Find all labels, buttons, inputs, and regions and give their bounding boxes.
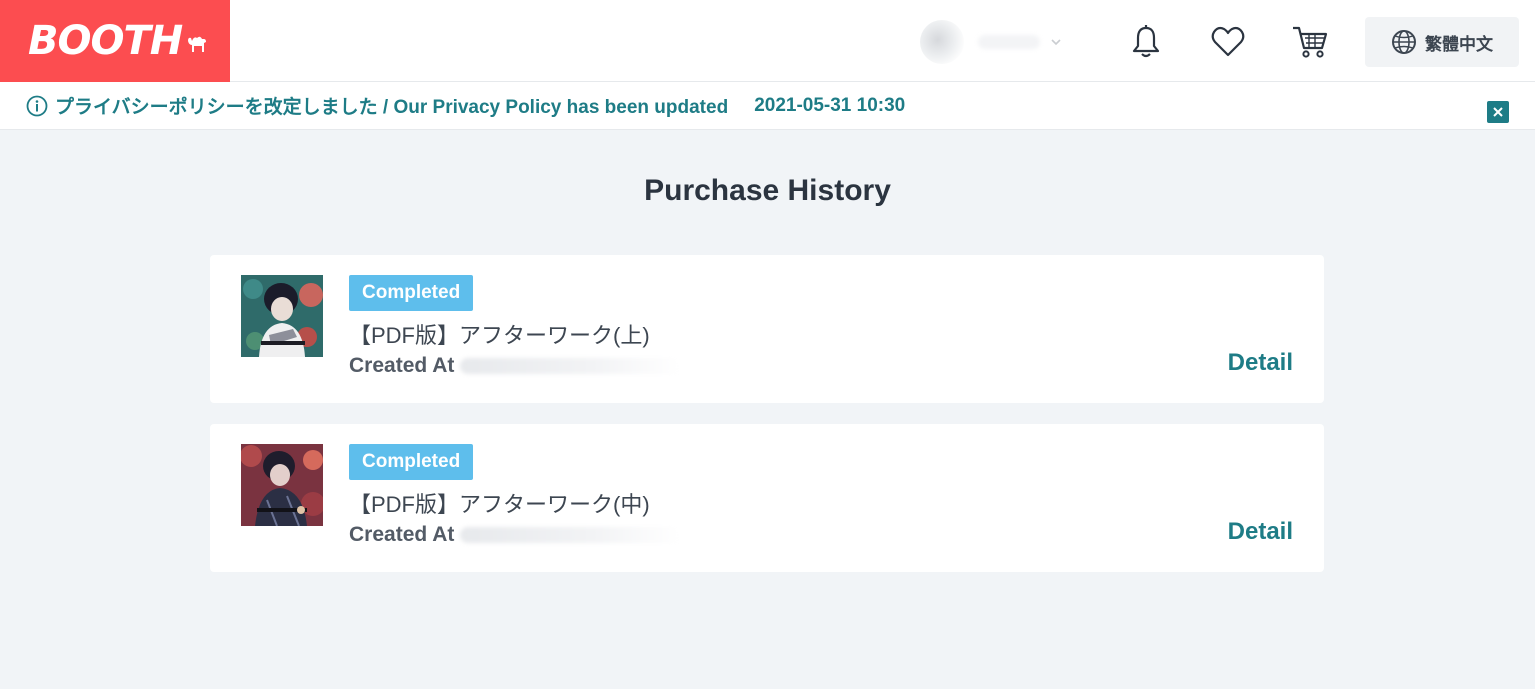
- logo-text: BOOTH: [28, 18, 183, 64]
- notifications-button[interactable]: [1124, 20, 1168, 64]
- status-badge: Completed: [349, 275, 474, 311]
- product-thumbnail[interactable]: [241, 444, 323, 526]
- order-card: Completed 【PDF版】アフターワーク(中) Created At De…: [210, 424, 1324, 572]
- notice-link[interactable]: プライバシーポリシーを改定しました / Our Privacy Policy h…: [55, 92, 728, 119]
- created-at: Created At: [349, 354, 681, 378]
- notice-date: 2021-05-31 10:30: [754, 94, 906, 116]
- product-thumbnail[interactable]: [241, 275, 323, 357]
- language-selector[interactable]: 繁體中文: [1365, 17, 1519, 67]
- heart-icon: [1211, 26, 1245, 57]
- page-title: Purchase History: [644, 174, 891, 207]
- avatar: [920, 20, 964, 64]
- bell-icon: [1132, 25, 1160, 58]
- info-icon: [26, 95, 48, 117]
- language-label: 繁體中文: [1425, 34, 1493, 54]
- chevron-down-icon: [1051, 39, 1061, 46]
- globe-icon: [1392, 30, 1416, 54]
- close-icon: [1493, 107, 1503, 117]
- created-at: Created At: [349, 523, 681, 547]
- user-menu[interactable]: [920, 19, 1070, 65]
- created-at-value-redacted: [460, 358, 681, 374]
- item-title[interactable]: 【PDF版】アフターワーク(中): [349, 487, 650, 519]
- created-at-label: Created At: [349, 354, 455, 377]
- created-at-value-redacted: [460, 527, 681, 543]
- site-header: BOOTH 繁體中文: [0, 0, 1535, 82]
- privacy-notice-bar: プライバシーポリシーを改定しました / Our Privacy Policy h…: [0, 82, 1535, 130]
- camel-icon: [186, 33, 208, 58]
- status-badge: Completed: [349, 444, 474, 480]
- user-name-redacted: [978, 35, 1040, 49]
- booth-logo[interactable]: BOOTH: [0, 0, 230, 82]
- detail-link[interactable]: Detail: [1228, 518, 1293, 546]
- wishlist-button[interactable]: [1206, 20, 1250, 64]
- item-title[interactable]: 【PDF版】アフターワーク(上): [349, 318, 650, 350]
- created-at-label: Created At: [349, 523, 455, 546]
- cart-button[interactable]: [1288, 20, 1332, 64]
- detail-link[interactable]: Detail: [1228, 349, 1293, 377]
- cart-icon: [1293, 26, 1328, 58]
- notice-close-button[interactable]: [1487, 101, 1509, 123]
- order-card: Completed 【PDF版】アフターワーク(上) Created At De…: [210, 255, 1324, 403]
